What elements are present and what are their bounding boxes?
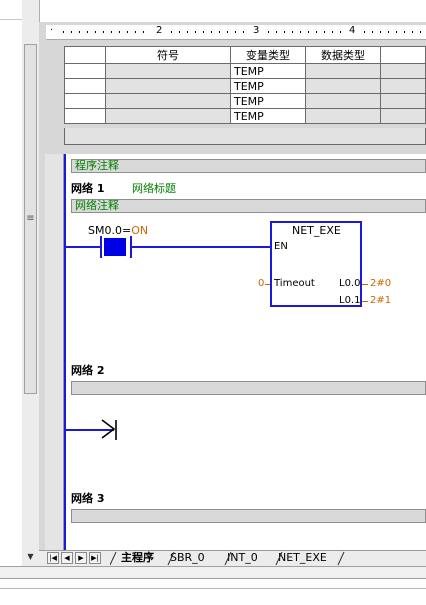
- column-data-type[interactable]: 数据类型: [305, 46, 381, 64]
- program-editor[interactable]: [64, 154, 426, 550]
- table-row[interactable]: TEMP: [64, 78, 426, 94]
- output-value-1[interactable]: 2#0: [370, 278, 391, 289]
- var-type-cell[interactable]: TEMP: [230, 63, 306, 79]
- column-variable-type[interactable]: 变量类型: [230, 46, 306, 64]
- ruler-number: 3: [253, 25, 260, 36]
- var-type-cell[interactable]: TEMP: [230, 93, 306, 109]
- contact-name: SM0.0: [88, 224, 122, 237]
- comment-cell[interactable]: [380, 63, 426, 79]
- row-header[interactable]: [64, 93, 106, 109]
- symbol-cell[interactable]: [105, 63, 231, 79]
- var-type-cell[interactable]: TEMP: [230, 78, 306, 94]
- comment-cell[interactable]: [380, 78, 426, 94]
- network-1-label[interactable]: 网络 1: [71, 180, 104, 196]
- table-row[interactable]: TEMP: [64, 108, 426, 124]
- output-pin-1: L0.0: [339, 278, 361, 289]
- prev-icon[interactable]: ◀: [61, 552, 73, 564]
- tab-separators: [110, 551, 345, 566]
- ruler-number: 4: [349, 25, 356, 36]
- network-2-label[interactable]: 网络 2: [71, 362, 104, 378]
- data-type-cell[interactable]: [305, 78, 381, 94]
- status-divider: [0, 588, 426, 589]
- normally-open-contact[interactable]: [104, 238, 126, 256]
- comment-cell[interactable]: [380, 93, 426, 109]
- network-3-label[interactable]: 网络 3: [71, 490, 104, 506]
- timeout-value[interactable]: 0: [258, 278, 264, 289]
- scroll-down-icon[interactable]: ▼: [24, 552, 37, 564]
- program-gutter: [45, 154, 64, 550]
- output-value-2[interactable]: 2#1: [370, 295, 391, 306]
- first-icon[interactable]: |◀: [47, 552, 59, 564]
- network-3-comment[interactable]: [71, 509, 426, 523]
- row-header-corner: [64, 46, 106, 64]
- symbol-cell[interactable]: [105, 78, 231, 94]
- contact-left-bar: [100, 236, 102, 258]
- column-comment[interactable]: [380, 46, 426, 64]
- contact-address[interactable]: SM0.0=ON: [88, 224, 148, 237]
- enable-pin: EN: [274, 241, 288, 252]
- open-wire-arrow-icon[interactable]: [100, 418, 120, 442]
- param-wire: [362, 301, 368, 302]
- program-comment[interactable]: 程序注释: [71, 159, 426, 173]
- data-type-cell[interactable]: [305, 108, 381, 124]
- scrollbar-grip-icon: ≡: [26, 213, 35, 224]
- param-wire: [265, 284, 270, 285]
- var-type-cell[interactable]: TEMP: [230, 108, 306, 124]
- column-symbol[interactable]: 符号: [105, 46, 231, 64]
- wire: [132, 246, 270, 248]
- row-header[interactable]: [64, 108, 106, 124]
- function-block-name: NET_EXE: [292, 224, 341, 237]
- power-rail: [64, 154, 66, 550]
- symbol-cell[interactable]: [105, 108, 231, 124]
- ruler-number: 2: [156, 25, 163, 36]
- param-wire: [362, 284, 368, 285]
- ruler-mark: ·: [50, 25, 54, 36]
- network-2-comment[interactable]: [71, 381, 426, 395]
- data-type-cell[interactable]: [305, 93, 381, 109]
- symbol-cell[interactable]: [105, 93, 231, 109]
- timeout-pin: Timeout: [274, 278, 315, 289]
- output-pin-2: L0.1: [339, 295, 361, 306]
- row-header[interactable]: [64, 63, 106, 79]
- left-pane: [0, 0, 23, 578]
- left-pane-divider: [0, 19, 22, 20]
- network-1-title[interactable]: 网络标题: [132, 180, 176, 196]
- last-icon[interactable]: ▶|: [89, 552, 101, 564]
- variable-table-header: 符号 变量类型 数据类型: [64, 46, 426, 64]
- table-row[interactable]: TEMP: [64, 93, 426, 109]
- ruler: · 2 3 4: [46, 25, 426, 40]
- network-1-comment[interactable]: 网络注释: [71, 199, 426, 213]
- data-type-cell[interactable]: [305, 63, 381, 79]
- row-header[interactable]: [64, 78, 106, 94]
- status-bar: [0, 578, 426, 605]
- variable-table-footer: [64, 128, 426, 145]
- table-row[interactable]: TEMP: [64, 63, 426, 79]
- contact-state: ON: [131, 224, 149, 237]
- wire: [66, 246, 100, 248]
- comment-cell[interactable]: [380, 108, 426, 124]
- variable-table: 符号 变量类型 数据类型 TEMP TEMP TEMP TEMP: [64, 46, 426, 124]
- next-icon[interactable]: ▶: [75, 552, 87, 564]
